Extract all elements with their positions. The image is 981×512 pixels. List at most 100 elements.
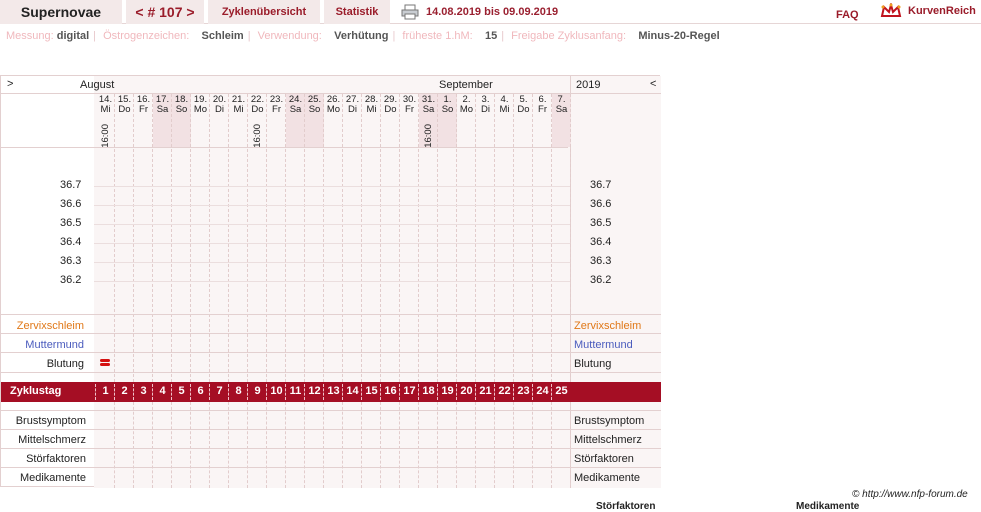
day-gridline [399, 402, 400, 488]
temp-gridline [94, 262, 570, 263]
cycle-day-number: 22 [498, 385, 511, 397]
day-header[interactable]: 23. Fr [267, 95, 286, 115]
day-gridline [152, 402, 153, 488]
day-weekday: Mi [233, 104, 244, 115]
temp-label: 36.7 [60, 179, 82, 191]
day-header[interactable]: 19. Mo [191, 95, 210, 115]
tab-statistics[interactable]: Statistik [324, 0, 390, 24]
date-range: 14.08.2019 bis 09.09.2019 [426, 6, 559, 18]
temp-label: 36.5 [60, 217, 82, 229]
month-august: August [80, 79, 115, 91]
cycle-day-number: 15 [365, 385, 378, 397]
day-header[interactable]: 20. Di [210, 95, 229, 115]
day-weekday: Fr [139, 104, 148, 115]
day-weekday: Mi [499, 104, 510, 115]
row-divider [94, 147, 568, 148]
cycle-day-number: 5 [178, 385, 185, 397]
cycle-day-number: 6 [197, 385, 204, 397]
cycle-day-number: 8 [235, 385, 242, 397]
day-gridline [475, 402, 476, 488]
day-gridline [190, 402, 191, 488]
day-weekday: Fr [272, 104, 281, 115]
cycle-day-separator [475, 384, 476, 400]
day-header[interactable]: 1. So [438, 95, 457, 115]
day-gridline [418, 402, 419, 488]
day-weekday: Do [118, 104, 131, 115]
day-header[interactable]: 17. Sa [153, 95, 172, 115]
temp-label: 36.4 [60, 236, 82, 248]
username-tab[interactable]: Supernovae [0, 0, 122, 24]
day-gridline [494, 402, 495, 488]
cycle-chart: > August September 2019 < 14. Mi 16:00 15. D… [0, 75, 661, 488]
cycle-day-separator [513, 384, 514, 400]
mumu-label: Muttermund [25, 339, 84, 351]
disturb-label-right: Störfaktoren [574, 453, 634, 465]
printer-icon[interactable] [401, 4, 419, 20]
temp-label: 36.6 [60, 198, 82, 210]
temp-label-right: 36.7 [590, 179, 612, 191]
day-header[interactable]: 7. Sa [552, 95, 571, 115]
cycle-day-separator [285, 384, 286, 400]
day-gridline [304, 94, 305, 382]
day-header[interactable]: 25. So [305, 95, 324, 115]
day-header[interactable]: 3. Di [476, 95, 495, 115]
temp-label-right: 36.6 [590, 198, 612, 210]
day-header[interactable]: 4. Mi [495, 95, 514, 115]
setting-value: Schleim [201, 30, 244, 42]
setting-key: früheste 1.hM: [402, 30, 473, 42]
midpain-label-right: Mittelschmerz [574, 434, 642, 446]
day-header[interactable]: 16. Fr [134, 95, 153, 115]
day-header[interactable]: 27. Di [343, 95, 362, 115]
cycle-day-label: Zyklustag [10, 385, 62, 397]
measure-time: 16:00 [252, 124, 263, 148]
day-header[interactable]: 6. Fr [533, 95, 552, 115]
day-gridline [285, 402, 286, 488]
day-header[interactable]: 26. Mo [324, 95, 343, 115]
row-divider [1, 429, 661, 430]
temp-gridline [94, 224, 570, 225]
day-gridline [437, 402, 438, 488]
day-weekday: Sa [156, 104, 169, 115]
day-weekday: Fr [405, 104, 414, 115]
day-header[interactable]: 28. Mi [362, 95, 381, 115]
day-header[interactable]: 22. Do [248, 95, 267, 115]
cycle-nav[interactable]: < # 107 > [126, 0, 204, 24]
day-header[interactable]: 24. Sa [286, 95, 305, 115]
cycle-day-separator [437, 384, 438, 400]
day-weekday: So [308, 104, 321, 115]
cycle-day-bar-right [570, 382, 661, 402]
cycle-day-number: 23 [517, 385, 530, 397]
day-header[interactable]: 2. Mo [457, 95, 476, 115]
cycle-day-separator [152, 384, 153, 400]
day-gridline [494, 94, 495, 382]
bleeding-label-right: Blutung [574, 358, 612, 370]
day-header[interactable]: 18. So [172, 95, 191, 115]
cycle-day-separator [247, 384, 248, 400]
cycle-day-separator [399, 384, 400, 400]
footer-cut-left: Störfaktoren [596, 501, 656, 512]
nav-prev-button[interactable]: > [7, 78, 13, 90]
day-gridline [114, 402, 115, 488]
day-gridline [380, 402, 381, 488]
day-header[interactable]: 14. Mi [96, 95, 115, 115]
setting-value: 15 [484, 30, 498, 42]
temp-label-right: 36.3 [590, 255, 612, 267]
day-header[interactable]: 29. Do [381, 95, 400, 115]
cycle-day-number: 21 [479, 385, 492, 397]
crown-icon [880, 3, 902, 17]
day-header[interactable]: 31. Sa [419, 95, 438, 115]
day-header[interactable]: 21. Mi [229, 95, 248, 115]
cycle-day-separator [228, 384, 229, 400]
day-gridline [456, 402, 457, 488]
day-header[interactable]: 15. Do [115, 95, 134, 115]
logo[interactable]: KurvenReich [880, 3, 976, 19]
nav-next-button[interactable]: < [650, 78, 656, 90]
day-gridline [304, 402, 305, 488]
measure-time: 16:00 [100, 124, 111, 148]
tab-cycle-overview[interactable]: Zyklenübersicht [208, 0, 320, 24]
day-weekday: Sa [555, 104, 568, 115]
day-header[interactable]: 30. Fr [400, 95, 419, 115]
faq-link[interactable]: FAQ [836, 9, 859, 21]
day-header[interactable]: 5. Do [514, 95, 533, 115]
day-weekday: Mi [366, 104, 377, 115]
